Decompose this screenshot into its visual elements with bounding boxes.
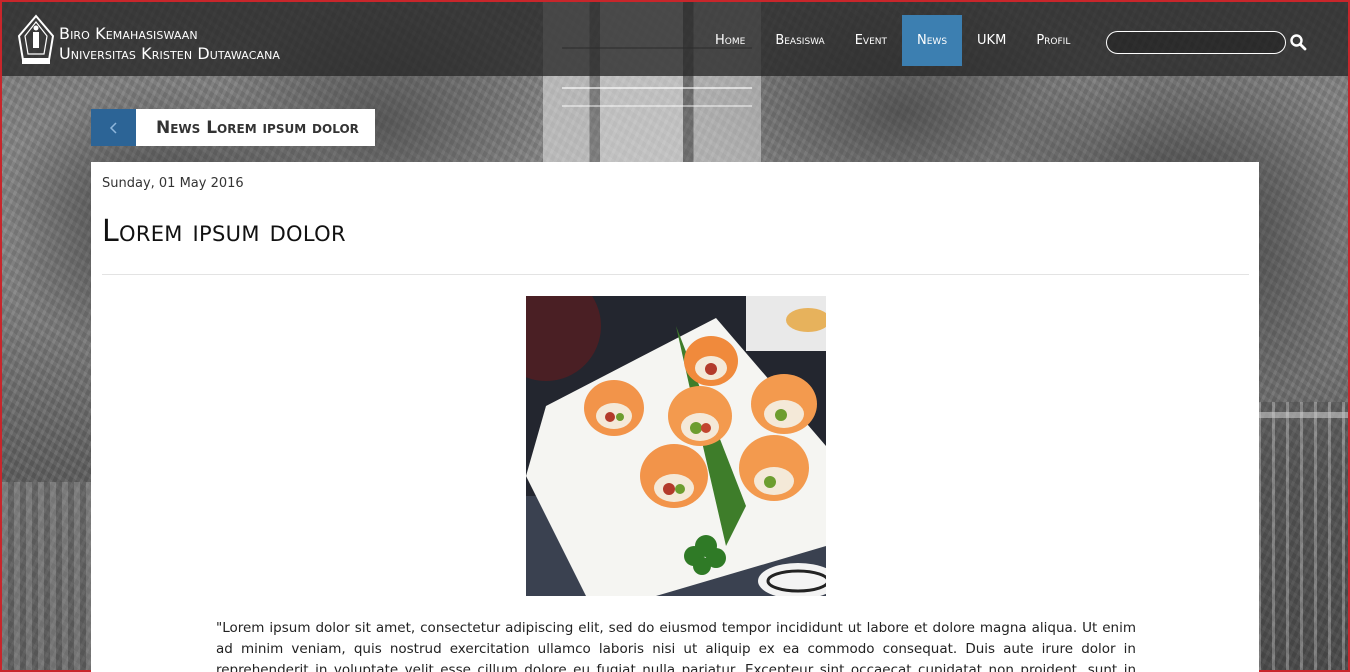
nav-event[interactable]: Event [840, 15, 902, 66]
article-panel: Sunday, 01 May 2016 Lorem ipsum dolor "L… [91, 162, 1259, 672]
university-logo-icon[interactable] [16, 14, 56, 66]
article-image [526, 296, 826, 596]
nav-news[interactable]: News [902, 15, 963, 66]
chevron-left-icon [109, 121, 117, 134]
brand-name[interactable]: Biro Kemahasiswaan Universitas Kristen D… [59, 24, 280, 64]
article-title: Lorem ipsum dolor [102, 214, 346, 249]
background-wall [2, 482, 92, 670]
article-body: "Lorem ipsum dolor sit amet, consectetur… [216, 620, 1136, 672]
title-divider [102, 274, 1249, 275]
main-nav: Home Beasiswa Event News UKM Profil [700, 15, 1085, 66]
site-header: Biro Kemahasiswaan Universitas Kristen D… [2, 2, 1348, 76]
nav-home[interactable]: Home [700, 15, 760, 66]
background-fence [1258, 402, 1348, 670]
brand-line-2: Universitas Kristen Dutawacana [59, 44, 281, 63]
sushi-plate-illustration [526, 296, 826, 596]
back-button[interactable] [91, 109, 136, 146]
breadcrumb-title: News Lorem ipsum dolor [136, 109, 375, 146]
nav-ukm[interactable]: UKM [962, 15, 1021, 66]
search-input[interactable] [1106, 31, 1286, 54]
nav-beasiswa[interactable]: Beasiswa [760, 15, 839, 66]
article-date: Sunday, 01 May 2016 [102, 176, 244, 191]
nav-profil[interactable]: Profil [1021, 15, 1085, 66]
search-icon[interactable] [1289, 33, 1307, 51]
brand-line-1: Biro Kemahasiswaan [59, 24, 198, 43]
